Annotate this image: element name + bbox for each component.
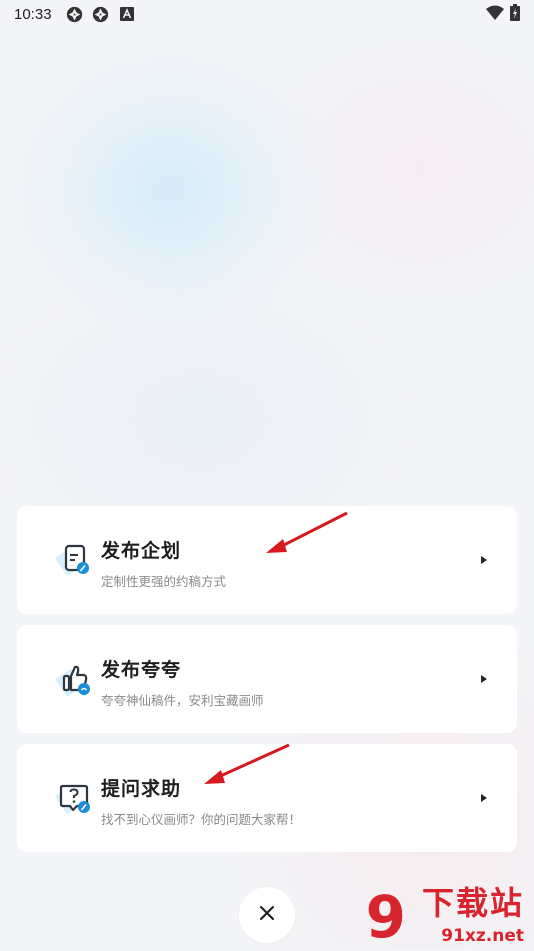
- card-subtitle: 夸夸神仙稿件，安利宝藏画师: [101, 693, 264, 708]
- card-publish-praise[interactable]: 发布夸夸 夸夸神仙稿件，安利宝藏画师: [17, 625, 517, 733]
- card-subtitle: 找不到心仪画师？你的问题大家帮！: [101, 812, 302, 827]
- font-a-icon: [118, 5, 136, 23]
- card-title: 提问求助: [101, 778, 182, 800]
- watermark-text: 下载站: [421, 884, 524, 922]
- card-ask-help[interactable]: 提问求助 找不到心仪画师？你的问题大家帮！: [17, 744, 517, 852]
- card-subtitle: 定制性更强的约稿方式: [101, 574, 227, 589]
- thumbs-up-icon: [53, 659, 101, 703]
- chevron-right-icon: [481, 675, 487, 683]
- status-bar: 10:33: [0, 0, 534, 28]
- wifi-icon: [486, 5, 504, 24]
- card-title: 发布企划: [101, 540, 182, 562]
- watermark-url: 91xz.net: [441, 926, 524, 946]
- watermark: 9 下载站 91xz.net: [350, 883, 530, 951]
- status-right: [486, 3, 520, 25]
- document-edit-icon: [53, 540, 101, 584]
- chevron-right-icon: [481, 794, 487, 802]
- close-icon: [259, 905, 275, 925]
- aperture-icon: [66, 5, 84, 23]
- close-button[interactable]: [239, 887, 295, 943]
- card-title: 发布夸夸: [101, 659, 182, 681]
- card-publish-project[interactable]: 发布企划 定制性更强的约稿方式: [17, 506, 517, 614]
- aperture-icon: [92, 5, 110, 23]
- watermark-logo: 9: [365, 883, 406, 951]
- status-time: 10:33: [14, 5, 52, 23]
- chevron-right-icon: [481, 556, 487, 564]
- battery-charging-icon: [510, 3, 520, 25]
- question-chat-icon: [53, 778, 101, 822]
